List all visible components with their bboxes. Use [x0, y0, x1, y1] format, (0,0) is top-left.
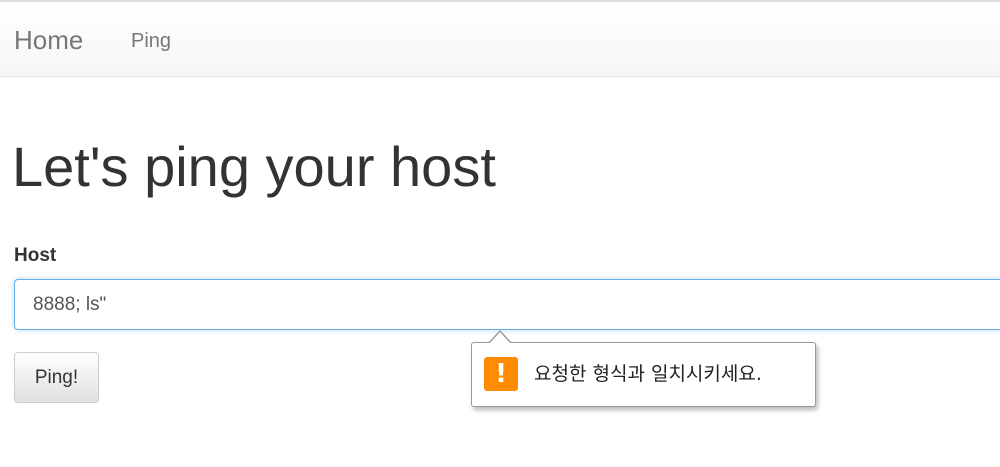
ping-button[interactable]: Ping!: [14, 352, 99, 403]
navbar-brand-home[interactable]: Home: [14, 24, 83, 56]
validation-message: 요청한 형식과 일치시키세요.: [534, 363, 762, 385]
validation-tooltip: ! 요청한 형식과 일치시키세요.: [471, 342, 816, 407]
host-input[interactable]: [14, 279, 1000, 330]
host-label: Host: [14, 245, 57, 266]
tooltip-arrow-fill: [489, 332, 511, 344]
page-title: Let's ping your host: [12, 135, 496, 198]
nav-link-ping[interactable]: Ping: [131, 30, 171, 52]
navbar: Home Ping: [0, 2, 1000, 77]
warning-icon: !: [484, 357, 518, 391]
